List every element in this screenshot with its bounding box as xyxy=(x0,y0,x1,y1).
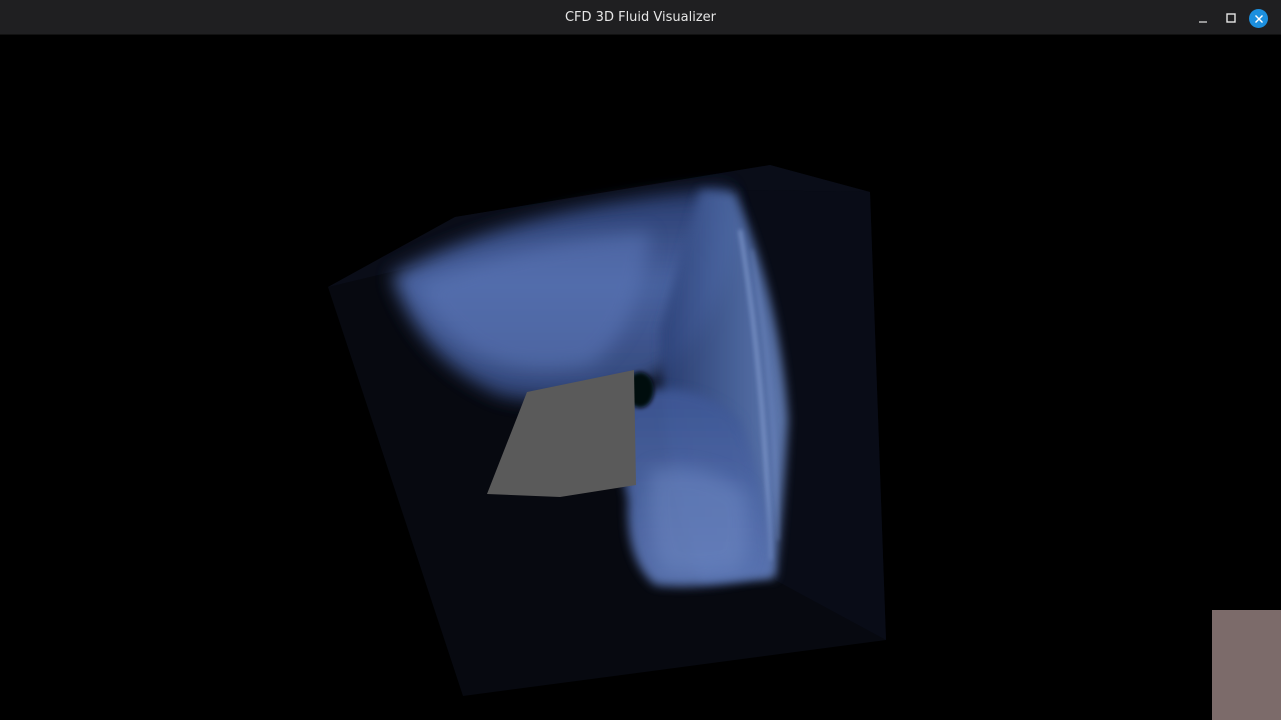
render-viewport[interactable] xyxy=(0,35,1281,720)
maximize-button[interactable] xyxy=(1221,8,1241,28)
close-icon xyxy=(1254,14,1263,23)
desktop-corner-overlay xyxy=(1212,610,1281,720)
minimize-icon xyxy=(1199,21,1207,23)
minimize-button[interactable] xyxy=(1193,8,1213,28)
maximize-icon xyxy=(1226,13,1236,23)
title-bar[interactable]: CFD 3D Fluid Visualizer xyxy=(0,0,1281,35)
volume-render-canvas[interactable] xyxy=(0,35,1281,720)
app-window: CFD 3D Fluid Visualizer xyxy=(0,0,1281,720)
window-title: CFD 3D Fluid Visualizer xyxy=(564,10,717,25)
close-button[interactable] xyxy=(1249,9,1268,28)
